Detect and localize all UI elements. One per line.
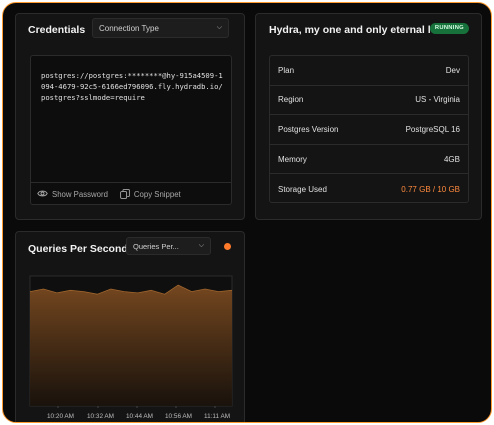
eye-icon (37, 189, 48, 200)
detail-row-storage-used: Storage Used 0.77 GB / 10 GB (270, 174, 468, 204)
database-info-card: Hydra, my one and only eternal love RUNN… (255, 13, 482, 220)
detail-value: Dev (445, 65, 460, 75)
connection-type-select[interactable]: Connection Type ⌵ (92, 18, 229, 38)
detail-label: Memory (278, 154, 307, 164)
status-badge: RUNNING (429, 23, 469, 34)
detail-row-postgres-version: Postgres Version PostgreSQL 16 (270, 115, 468, 145)
credentials-title: Credentials (28, 24, 86, 36)
chevron-down-icon: ⌵ (216, 24, 222, 31)
detail-value: 4GB (443, 154, 460, 164)
copy-snippet-label: Copy Snippet (133, 190, 181, 199)
queries-title: Queries Per Second (28, 243, 128, 255)
credentials-card: Credentials Connection Type ⌵ postgres:/… (15, 13, 245, 220)
status-dot (224, 243, 231, 250)
database-name: Hydra, my one and only eternal love (269, 24, 449, 36)
detail-label: Storage Used (278, 184, 327, 194)
show-password-label: Show Password (52, 190, 108, 199)
x-tick-label: 10:56 AM (165, 413, 192, 420)
detail-label: Postgres Version (278, 124, 339, 134)
x-tick-label: 10:20 AM (47, 413, 74, 420)
detail-label: Plan (278, 65, 295, 75)
connection-string[interactable]: postgres://postgres:********@hy-915a4509… (41, 70, 227, 103)
queries-per-second-card: 10:20 AM 10:32 AM 10:44 AM 10:56 AM 11:11 AM… (15, 231, 245, 422)
metric-select[interactable]: Queries Per... ⌵ (126, 237, 211, 255)
x-tick-label: 10:32 AM (87, 413, 114, 420)
copy-icon (120, 188, 130, 201)
database-details: Plan Dev Region US - Virginia Postgres V… (269, 55, 469, 203)
queries-chart: 10:20 AM 10:32 AM 10:44 AM 10:56 AM 11:11 AM (29, 275, 233, 420)
chevron-down-icon: ⌵ (198, 242, 204, 249)
detail-value: US - Virginia (415, 95, 460, 105)
metric-select-label: Queries Per... (133, 241, 179, 251)
detail-row-region: Region US - Virginia (270, 86, 468, 116)
connection-actions: Show Password Copy Snippet (31, 182, 231, 206)
detail-row-plan: Plan Dev (270, 56, 468, 86)
x-tick-label: 11:11 AM (204, 413, 230, 420)
connection-type-label: Connection Type (99, 23, 159, 33)
x-tick-label: 10:44 AM (126, 413, 153, 420)
queries-area-series (30, 285, 232, 406)
detail-value: PostgreSQL 16 (405, 124, 460, 134)
detail-value: 0.77 GB / 10 GB (401, 184, 460, 194)
copy-snippet-button[interactable]: Copy Snippet (120, 188, 181, 201)
show-password-button[interactable]: Show Password (37, 189, 108, 200)
detail-row-memory: Memory 4GB (270, 145, 468, 175)
connection-string-box: postgres://postgres:********@hy-915a4509… (30, 55, 232, 205)
detail-label: Region (278, 95, 304, 105)
dashboard-frame: Credentials Connection Type ⌵ postgres:/… (2, 2, 492, 423)
